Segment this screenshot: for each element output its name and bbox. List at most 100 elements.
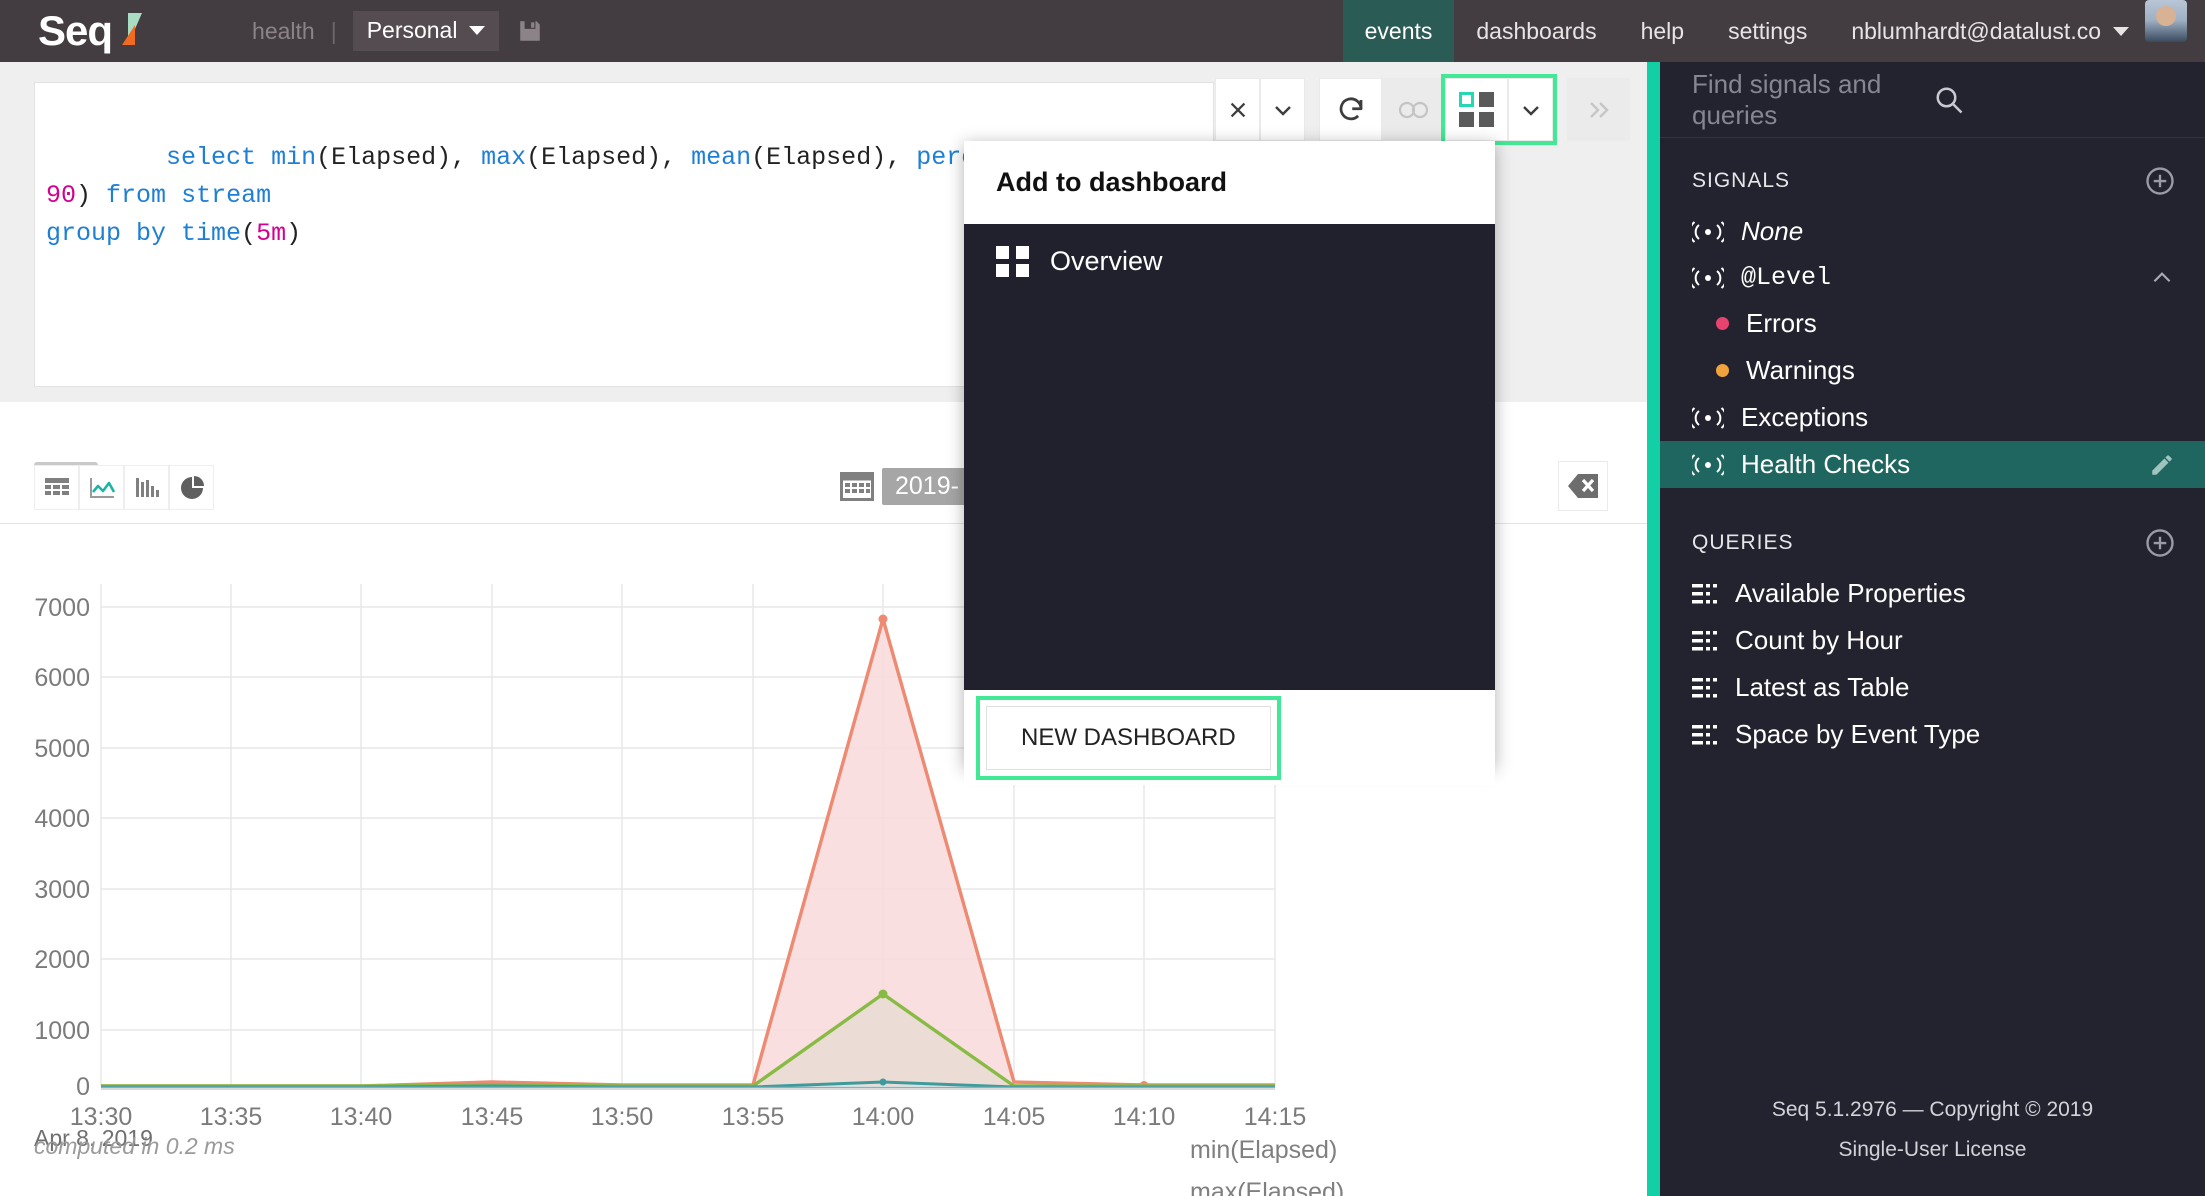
- svg-text:13:40: 13:40: [330, 1103, 393, 1131]
- chart-type-toolbar: [34, 465, 214, 510]
- popup-title: Add to dashboard: [996, 167, 1227, 197]
- view-pie-chart-icon[interactable]: [169, 465, 214, 510]
- error-dot-icon: [1716, 317, 1729, 330]
- dashboard-item-overview[interactable]: Overview: [964, 224, 1495, 299]
- series-percentile-line: [101, 992, 1275, 1088]
- save-icon[interactable]: [517, 18, 543, 44]
- query-timing-label: computed in 0.2 ms: [34, 1133, 235, 1159]
- date-range-chip[interactable]: 2019-: [882, 467, 972, 505]
- run-query-button[interactable]: [1319, 78, 1382, 141]
- user-email-label: nblumhardt@datalust.co: [1851, 17, 2101, 44]
- add-to-dashboard-highlight: [1441, 74, 1557, 145]
- query-icon: [1692, 677, 1718, 699]
- license-label: Single-User License: [1838, 1138, 2027, 1161]
- add-query-icon[interactable]: [2145, 528, 2175, 558]
- sidebar-item-available-properties[interactable]: Available Properties: [1660, 570, 2205, 617]
- svg-text:0: 0: [76, 1073, 90, 1101]
- pencil-icon[interactable]: [2149, 452, 2175, 478]
- view-bar-chart-icon[interactable]: [124, 465, 169, 510]
- chart-legend: min(Elapsed) max(Elapsed) mean(Elapsed) …: [1190, 1129, 1447, 1196]
- nav-item-settings[interactable]: settings: [1706, 0, 1829, 62]
- dashboard-list: Overview: [964, 224, 1495, 690]
- query-icon: [1692, 630, 1718, 652]
- svg-text:3000: 3000: [34, 876, 90, 904]
- seq-flag-icon: [120, 13, 143, 45]
- add-to-dashboard-button[interactable]: [1445, 78, 1508, 141]
- svg-text:13:55: 13:55: [722, 1103, 785, 1131]
- add-signal-icon[interactable]: [2145, 166, 2175, 196]
- signal-icon: [1692, 266, 1724, 290]
- add-to-dashboard-chevron[interactable]: [1508, 78, 1553, 141]
- svg-text:6000: 6000: [34, 664, 90, 692]
- queries-section-header: QUERIES: [1660, 488, 2205, 570]
- sidebar-search[interactable]: Find signals and queries: [1660, 62, 2205, 138]
- sidebar-item-errors[interactable]: Errors: [1660, 300, 2205, 347]
- svg-text:14:05: 14:05: [983, 1103, 1046, 1131]
- svg-text:7000: 7000: [34, 594, 90, 622]
- queries-title: QUERIES: [1692, 531, 1794, 554]
- signals-title: SIGNALS: [1692, 169, 1791, 192]
- search-placeholder: Find signals and queries: [1692, 68, 1882, 130]
- share-link-button[interactable]: [1382, 78, 1445, 141]
- sidebar-item-label: Exceptions: [1741, 402, 1869, 432]
- nav-links: events dashboards help settings nblumhar…: [1342, 0, 2205, 62]
- dashboard-item-label: Overview: [1050, 246, 1163, 276]
- sidebar-item-latest-as-table[interactable]: Latest as Table: [1660, 664, 2205, 711]
- warning-dot-icon: [1716, 364, 1729, 377]
- dashboard-grid-icon: [996, 246, 1031, 277]
- signal-icon: [1692, 406, 1724, 430]
- new-dashboard-button[interactable]: NEW DASHBOARD: [986, 705, 1271, 770]
- signal-icon: [1692, 220, 1724, 244]
- svg-text:13:45: 13:45: [461, 1103, 524, 1131]
- personal-dropdown-label: Personal: [366, 17, 458, 43]
- sidebar-item-count-by-hour[interactable]: Count by Hour: [1660, 617, 2205, 664]
- expand-button[interactable]: [1567, 78, 1630, 141]
- chevron-down-icon: [2113, 26, 2129, 36]
- sidebar-item-label: Health Checks: [1741, 449, 1911, 479]
- new-dashboard-highlight: NEW DASHBOARD: [976, 695, 1281, 780]
- sidebar-item-health-checks[interactable]: Health Checks: [1660, 441, 2205, 488]
- avatar[interactable]: [2145, 0, 2187, 42]
- signals-section-header: SIGNALS: [1660, 138, 2205, 208]
- right-sidebar: Find signals and queries SIGNALS None @L…: [1660, 62, 2205, 1196]
- svg-text:14:00: 14:00: [852, 1103, 915, 1131]
- clear-filter-button[interactable]: [1558, 461, 1608, 511]
- sidebar-item-label: Warnings: [1746, 355, 1855, 385]
- sidebar-item-warnings[interactable]: Warnings: [1660, 347, 2205, 394]
- chart-y-tick-labels: 7000 6000 5000 4000 3000 2000 1000 0: [34, 594, 90, 1101]
- sidebar-item-level[interactable]: @Level: [1660, 255, 2205, 300]
- query-icon: [1692, 583, 1718, 605]
- calendar-icon[interactable]: [840, 470, 874, 502]
- svg-text:1000: 1000: [34, 1017, 90, 1045]
- sidebar-item-label: None: [1741, 216, 1804, 246]
- view-line-chart-icon[interactable]: [79, 465, 124, 510]
- seq-logo[interactable]: Seq: [38, 10, 143, 52]
- query-icon: [1692, 724, 1718, 746]
- svg-text:14:10: 14:10: [1113, 1103, 1176, 1131]
- nav-separator: |: [330, 17, 337, 44]
- popup-footer: NEW DASHBOARD: [964, 690, 1495, 785]
- personal-dropdown[interactable]: Personal: [352, 11, 500, 51]
- nav-item-help[interactable]: help: [1619, 0, 1706, 62]
- clear-query-button[interactable]: [1215, 78, 1260, 141]
- svg-text:13:35: 13:35: [200, 1103, 263, 1131]
- nav-item-dashboards[interactable]: dashboards: [1454, 0, 1618, 62]
- chevron-up-icon[interactable]: [2149, 265, 2175, 291]
- svg-text:13:50: 13:50: [591, 1103, 654, 1131]
- dashboard-grid-icon: [1459, 92, 1494, 127]
- sidebar-item-label: Errors: [1746, 308, 1817, 338]
- chart-x-tick-labels: 13:30 13:35 13:40 13:45 13:50 13:55 14:0…: [70, 1103, 1307, 1131]
- user-menu[interactable]: nblumhardt@datalust.co: [1829, 0, 2145, 62]
- sidebar-item-label: Count by Hour: [1735, 625, 1903, 655]
- sidebar-item-exceptions[interactable]: Exceptions: [1660, 394, 2205, 441]
- sidebar-item-label: Space by Event Type: [1735, 719, 1981, 749]
- legend-item-max: max(Elapsed): [1190, 1178, 1345, 1196]
- top-navigation-bar: Seq health | Personal events dashboards …: [0, 0, 2205, 62]
- search-icon[interactable]: [1934, 85, 2176, 115]
- query-history-chevron[interactable]: [1260, 78, 1305, 141]
- sidebar-item-space-by-event-type[interactable]: Space by Event Type: [1660, 711, 2205, 758]
- view-table-icon[interactable]: [34, 465, 79, 510]
- nav-item-events[interactable]: events: [1342, 0, 1455, 62]
- sidebar-item-none[interactable]: None: [1660, 208, 2205, 255]
- version-label: Seq 5.1.2976 — Copyright © 2019: [1771, 1098, 2094, 1121]
